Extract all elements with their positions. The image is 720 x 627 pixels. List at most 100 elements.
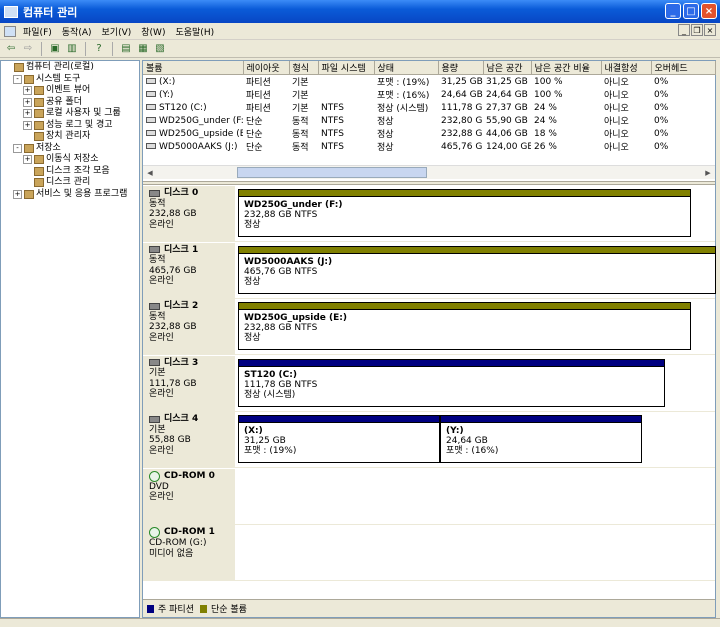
- partition-block[interactable]: (X:) 31,25 GB 포맷 : (19%): [238, 415, 440, 463]
- column-header[interactable]: 내결함성: [601, 61, 652, 75]
- table-cell: WD250G_under (F:): [143, 114, 243, 127]
- column-header[interactable]: 상태: [374, 61, 439, 75]
- disk-info[interactable]: 디스크 4 기본 55,88 GB 온라인: [143, 412, 236, 467]
- tree-item[interactable]: 장치 관리자: [3, 131, 137, 143]
- cell-text: 124,00 GB: [486, 141, 531, 152]
- mdi-restore-button[interactable]: ❐: [691, 24, 703, 36]
- tree-item[interactable]: + 이벤트 뷰어: [3, 85, 137, 97]
- menu-action[interactable]: 동작(A): [57, 25, 97, 38]
- table-row[interactable]: WD5000AAKS (J:) 단순 동적 NTFS 정상 465,76 GB124,00…: [143, 140, 715, 153]
- expander-icon[interactable]: +: [23, 120, 32, 130]
- cell-text: 0%: [654, 76, 669, 87]
- column-header[interactable]: 형식: [289, 61, 319, 75]
- tree-item[interactable]: + 로컬 사용자 및 그룹: [3, 108, 137, 120]
- disk-info[interactable]: 디스크 2 동적 232,88 GB 온라인: [143, 299, 236, 354]
- column-header[interactable]: 남은 공간 비율: [531, 61, 602, 75]
- help-icon[interactable]: ?: [92, 42, 106, 56]
- column-header[interactable]: 오버헤드: [651, 61, 716, 75]
- horizontal-scrollbar[interactable]: ◀ ▶: [143, 165, 715, 179]
- volume-list: 볼륨 레이아웃 형식 파일 시스템 상태 용량 남은 공간 남은 공간 비율 내결함성 오버헤드 …: [143, 61, 716, 181]
- properties-icon[interactable]: ▤: [119, 42, 133, 56]
- tree-item[interactable]: 디스크 관리: [3, 177, 137, 189]
- mdi-minimize-button[interactable]: _: [678, 24, 690, 36]
- disk-info[interactable]: CD-ROM 1 CD-ROM (G:) 미디어 없음: [143, 525, 236, 580]
- mdi-close-button[interactable]: ×: [704, 24, 716, 36]
- expander-icon[interactable]: +: [23, 86, 32, 96]
- partition-block[interactable]: WD250G_upside (E:) 232,88 GB NTFS 정상: [238, 302, 691, 350]
- expander-icon[interactable]: -: [13, 143, 22, 153]
- scroll-right-icon[interactable]: ▶: [701, 167, 715, 179]
- drive-icon: [146, 130, 156, 136]
- column-header[interactable]: 레이아웃: [243, 61, 290, 75]
- table-cell: 기본: [289, 101, 318, 114]
- disk-row[interactable]: CD-ROM 0 DVD 온라인: [143, 468, 715, 525]
- partition-block[interactable]: ST120 (C:) 111,78 GB NTFS 정상 (시스템): [238, 358, 665, 407]
- column-header[interactable]: 볼륨: [143, 61, 244, 75]
- disk-info[interactable]: CD-ROM 0 DVD 온라인: [143, 468, 236, 524]
- disk-row[interactable]: CD-ROM 1 CD-ROM (G:) 미디어 없음: [143, 525, 715, 581]
- table-row[interactable]: ST120 (C:) 파티션 기본 NTFS 정상 (시스템) 111,78 GB27,3…: [143, 101, 715, 114]
- back-arrow-icon[interactable]: ⇦: [4, 42, 18, 56]
- expander-icon[interactable]: +: [23, 97, 32, 107]
- table-row[interactable]: (Y:) 파티션 기본 포맷 : (16%) 24,64 GB 24,64 GB 100 %…: [143, 88, 715, 101]
- column-header[interactable]: 파일 시스템: [318, 61, 375, 75]
- cell-text: 465,76 GB: [441, 141, 483, 152]
- disk-info[interactable]: 디스크 0 동적 232,88 GB 온라인: [143, 186, 236, 241]
- tree-item[interactable]: + 성능 로그 및 경고: [3, 120, 137, 132]
- show-tree-icon[interactable]: ▥: [65, 42, 79, 56]
- expander-icon[interactable]: -: [13, 74, 22, 84]
- forward-arrow-icon[interactable]: ⇨: [21, 42, 35, 56]
- minimize-button[interactable]: _: [665, 3, 681, 19]
- menu-window[interactable]: 창(W): [136, 25, 170, 38]
- cell-text: 100 %: [534, 76, 563, 87]
- table-row[interactable]: WD250G_upside (E:)단순 동적 NTFS 정상 232,88 GB44,…: [143, 127, 715, 140]
- table-row[interactable]: (X:) 파티션 기본 포맷 : (19%) 31,25 GB 31,25 GB 100 %…: [143, 75, 715, 88]
- partition-block[interactable]: WD250G_under (F:) 232,88 GB NTFS 정상: [238, 189, 691, 237]
- disk-row[interactable]: 디스크 4 기본 55,88 GB 온라인 (X:) 31,25 GB 포맷 : (19%)…: [143, 412, 715, 468]
- disk-row[interactable]: 디스크 0 동적 232,88 GB 온라인 WD250G_under (F:) 232,…: [143, 186, 715, 242]
- disk-row[interactable]: 디스크 3 기본 111,78 GB 온라인 ST120 (C:) 111,78 GB N…: [143, 355, 715, 412]
- disk-row[interactable]: 디스크 1 동적 465,76 GB 온라인 WD5000AAKS (J:) 465,76…: [143, 242, 716, 299]
- partition-status: 포맷 : (16%): [446, 446, 499, 456]
- cell-text: 단순: [246, 117, 263, 127]
- mdi-window-icon[interactable]: [4, 25, 16, 37]
- pane-splitter[interactable]: [143, 181, 715, 185]
- scroll-left-icon[interactable]: ◀: [143, 167, 157, 179]
- up-folder-icon[interactable]: ▣: [48, 42, 62, 56]
- tree-item[interactable]: + 공유 폴더: [3, 97, 137, 109]
- disk-type: CD-ROM (G:): [149, 538, 207, 548]
- disk-name-text: 디스크 3: [164, 357, 199, 368]
- partition-block[interactable]: (Y:) 24,64 GB 포맷 : (16%): [440, 415, 642, 463]
- expander-icon[interactable]: +: [23, 109, 32, 119]
- disk-row[interactable]: 디스크 2 동적 232,88 GB 온라인 WD250G_upside (E:) 232…: [143, 299, 715, 355]
- partition-status: 정상: [244, 276, 261, 287]
- partition-size: 111,78 GB NTFS: [244, 379, 318, 390]
- tree-item[interactable]: 컴퓨터 관리(로컬): [3, 62, 137, 74]
- tree-item[interactable]: + 이동식 저장소: [3, 154, 137, 166]
- expander-icon[interactable]: +: [23, 155, 32, 165]
- maximize-button[interactable]: □: [683, 3, 699, 19]
- table-row[interactable]: WD250G_under (F:)단순 동적 NTFS 정상 232,80 GB55,9…: [143, 114, 715, 127]
- column-header[interactable]: 남은 공간: [483, 61, 532, 75]
- tree-item[interactable]: - 시스템 도구: [3, 74, 137, 86]
- column-header[interactable]: 용량: [438, 61, 484, 75]
- close-button[interactable]: ×: [701, 3, 717, 19]
- expander-icon[interactable]: +: [13, 189, 22, 199]
- tree-item[interactable]: + 서비스 및 응용 프로그램: [3, 189, 137, 201]
- scrollbar-thumb[interactable]: [237, 167, 427, 178]
- cell-text: (X:): [159, 76, 176, 87]
- folder-icon: [24, 74, 34, 84]
- menu-help[interactable]: 도움말(H): [170, 25, 219, 38]
- export-list-icon[interactable]: ▦: [136, 42, 150, 56]
- disk-name-text: CD-ROM 1: [164, 527, 215, 538]
- partition-block[interactable]: WD5000AAKS (J:) 465,76 GB NTFS 정상: [238, 245, 716, 294]
- settings-icon[interactable]: ▧: [153, 42, 167, 56]
- menu-file[interactable]: 파일(F): [18, 25, 57, 38]
- tree-item[interactable]: 디스크 조각 모음: [3, 166, 137, 178]
- disk-info[interactable]: 디스크 3 기본 111,78 GB 온라인: [143, 355, 236, 411]
- tree-item[interactable]: - 저장소: [3, 143, 137, 155]
- disk-info[interactable]: 디스크 1 동적 465,76 GB 온라인: [143, 242, 236, 298]
- cell-text: 기본: [292, 91, 309, 101]
- menu-view[interactable]: 보기(V): [97, 25, 137, 38]
- cell-text: 기본: [292, 78, 309, 88]
